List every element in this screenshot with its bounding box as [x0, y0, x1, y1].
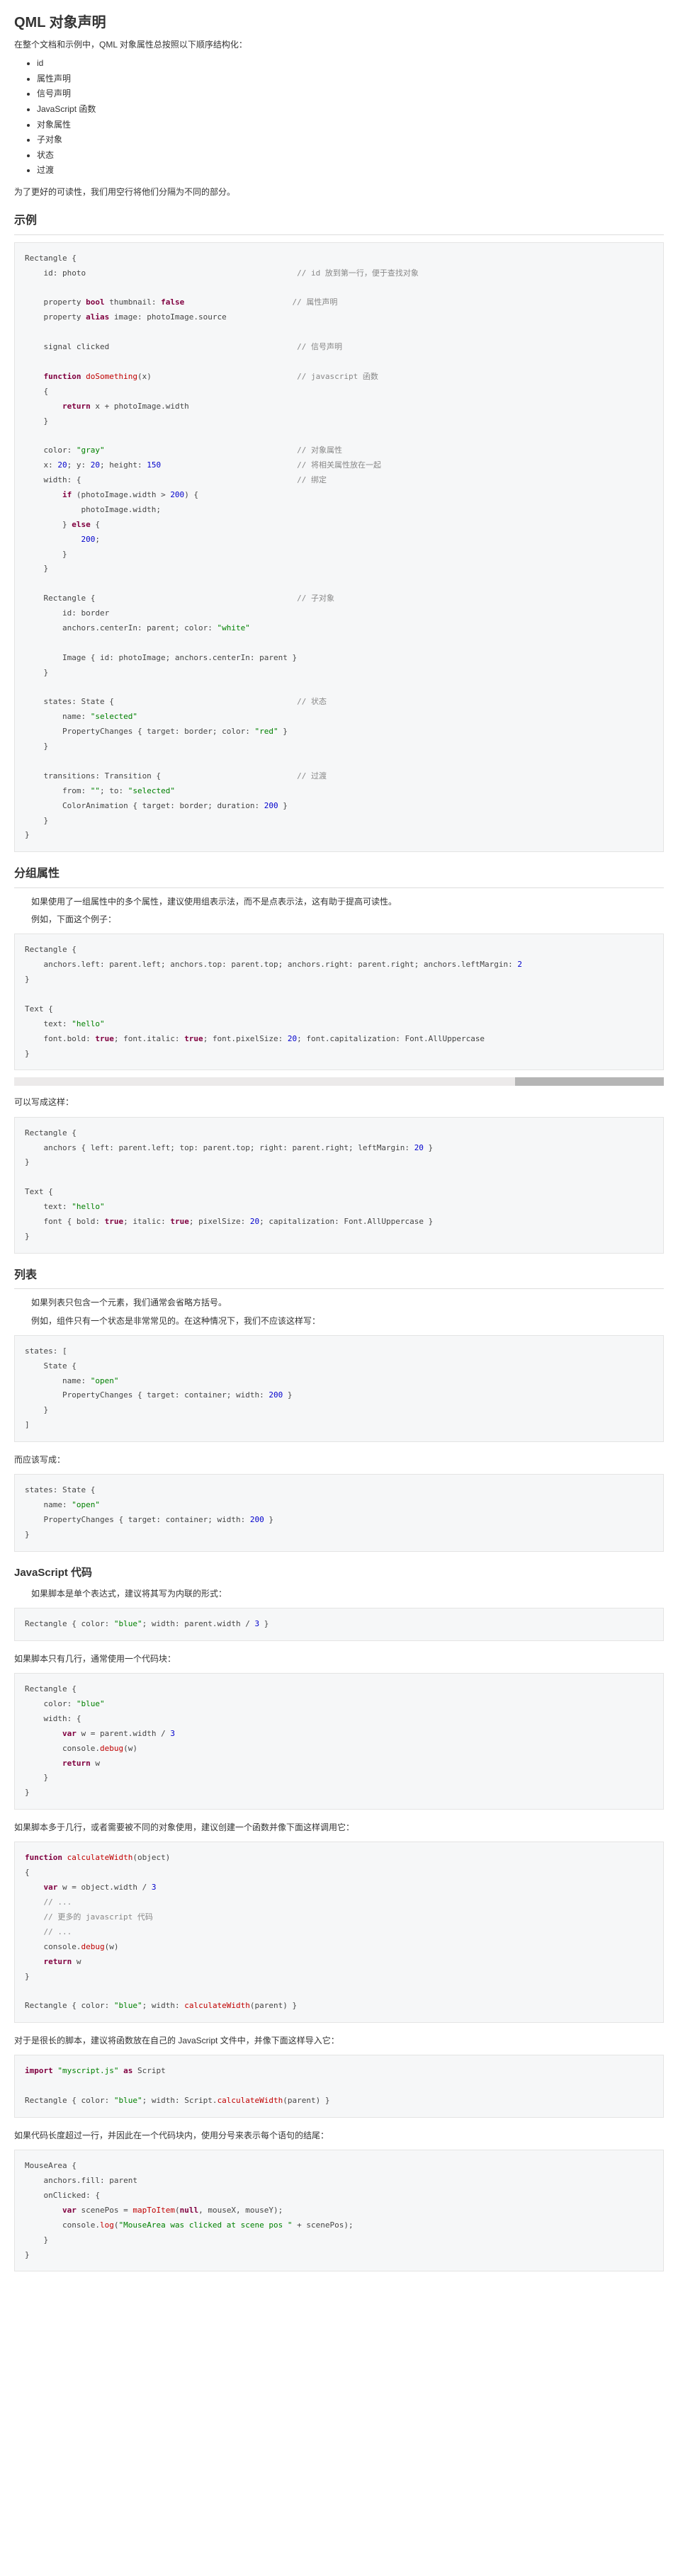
js-p5: 如果代码长度超过一行，并因此在一个代码块内，使用分号来表示每个语句的结尾： — [14, 2129, 664, 2143]
order-list: id属性声明信号声明JavaScript 函数对象属性子对象状态过渡 — [14, 56, 664, 178]
js-p3: 如果脚本多于几行，或者需要被不同的对象使用，建议创建一个函数并像下面这样调用它： — [14, 1821, 664, 1834]
code-group1: Rectangle { anchors.left: parent.left; a… — [14, 934, 664, 1070]
intro-after: 为了更好的可读性，我们用空行将他们分隔为不同的部分。 — [14, 186, 664, 199]
code-js5: MouseArea { anchors.fill: parent onClick… — [14, 2150, 664, 2271]
order-list-item: 子对象 — [37, 132, 664, 148]
code-list1: states: [ State { name: "open" PropertyC… — [14, 1335, 664, 1442]
order-list-item: 对象属性 — [37, 118, 664, 133]
section-js-heading: JavaScript 代码 — [14, 1565, 664, 1582]
js-p4: 对于是很长的脚本，建议将函数放在自己的 JavaScript 文件中，并像下面这… — [14, 2034, 664, 2048]
horizontal-scrollbar[interactable] — [14, 1077, 664, 1086]
group-p3: 可以写成这样： — [14, 1096, 664, 1109]
section-list-heading: 列表 — [14, 1266, 664, 1290]
code-example: Rectangle { id: photo // id 放到第一行，便于查找对象… — [14, 242, 664, 853]
page-title: QML 对象声明 — [14, 11, 664, 34]
group-p2: 例如，下面这个例子： — [14, 913, 664, 926]
code-list2: states: State { name: "open" PropertyCha… — [14, 1474, 664, 1552]
intro-paragraph: 在整个文档和示例中，QML 对象属性总按照以下顺序结构化： — [14, 38, 664, 52]
order-list-item: 过渡 — [37, 163, 664, 178]
order-list-item: 属性声明 — [37, 72, 664, 87]
js-p1: 如果脚本是单个表达式，建议将其写为内联的形式： — [14, 1587, 664, 1601]
js-p2: 如果脚本只有几行，通常使用一个代码块： — [14, 1652, 664, 1666]
code-js2: Rectangle { color: "blue" width: { var w… — [14, 1673, 664, 1810]
list-p2: 例如，组件只有一个状态是非常常见的。在这种情况下，我们不应该这样写： — [14, 1315, 664, 1328]
code-js3: function calculateWidth(object) { var w … — [14, 1842, 664, 2023]
order-list-item: JavaScript 函数 — [37, 102, 664, 118]
section-example-heading: 示例 — [14, 212, 664, 235]
group-p1: 如果使用了一组属性中的多个属性，建议使用组表示法，而不是点表示法，这有助于提高可… — [14, 895, 664, 909]
order-list-item: 状态 — [37, 148, 664, 164]
order-list-item: id — [37, 56, 664, 72]
order-list-item: 信号声明 — [37, 86, 664, 102]
list-p3: 而应该写成： — [14, 1453, 664, 1467]
code-group2: Rectangle { anchors { left: parent.left;… — [14, 1117, 664, 1254]
code-js1: Rectangle { color: "blue"; width: parent… — [14, 1608, 664, 1641]
code-js4: import "myscript.js" as Script Rectangle… — [14, 2055, 664, 2118]
scrollbar-thumb[interactable] — [515, 1077, 664, 1086]
section-group-heading: 分组属性 — [14, 865, 664, 888]
list-p1: 如果列表只包含一个元素，我们通常会省略方括号。 — [14, 1296, 664, 1310]
